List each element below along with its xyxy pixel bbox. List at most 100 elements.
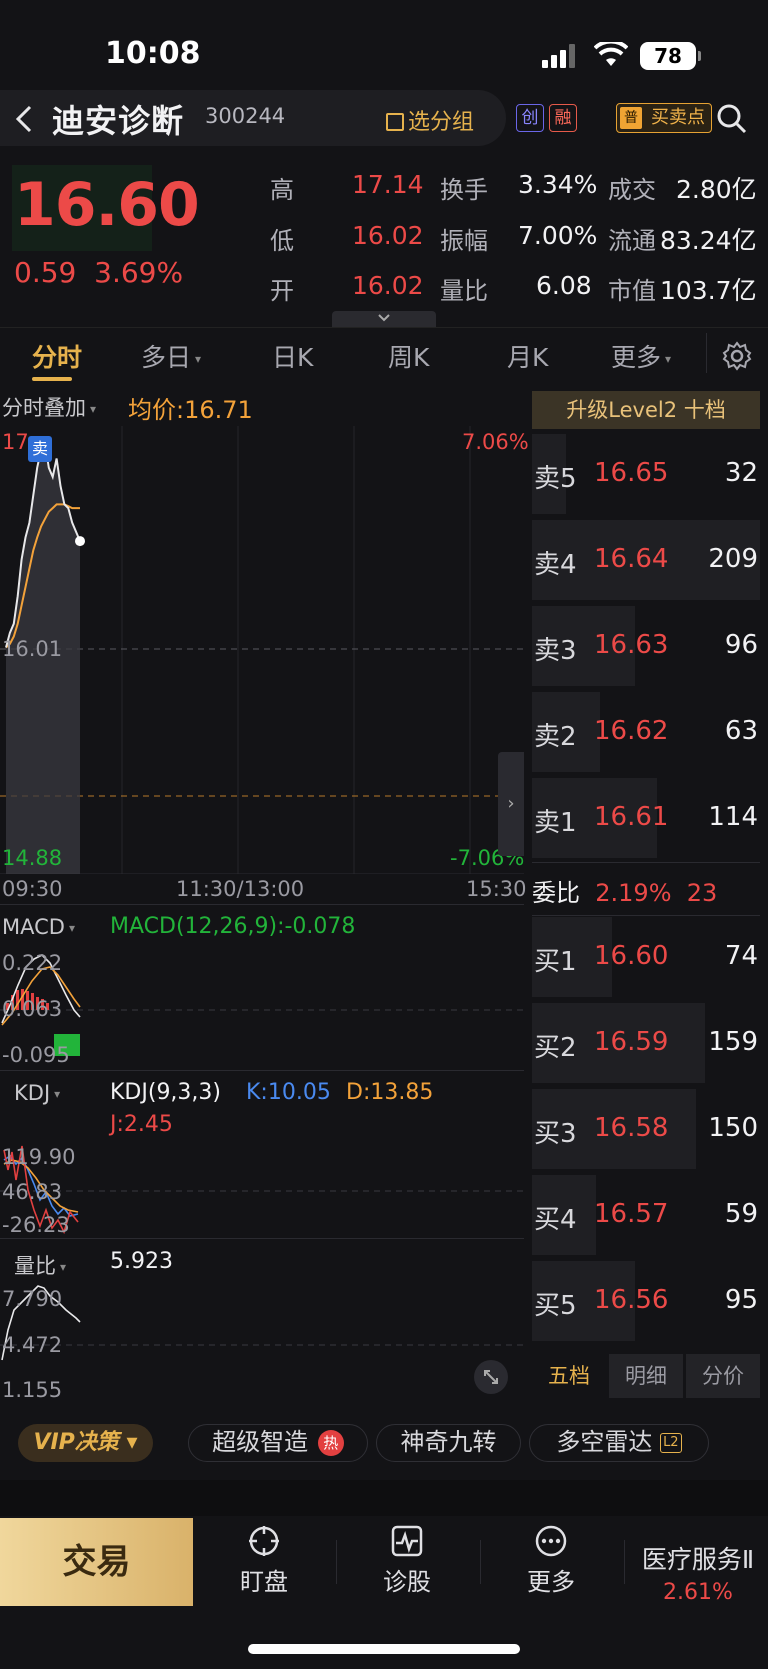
hot-badge: 热 bbox=[317, 1430, 344, 1456]
pu-badge: 普 bbox=[620, 107, 642, 129]
quote-value-float: 83.24亿 bbox=[660, 226, 757, 255]
volume-ratio-chart[interactable] bbox=[0, 1280, 524, 1405]
ask-volume: 63 bbox=[724, 716, 758, 746]
sector-name: 医疗服务Ⅱ bbox=[641, 1545, 755, 1574]
checkbox-icon bbox=[386, 113, 404, 131]
ask-price: 16.64 bbox=[594, 544, 669, 574]
bid-row-4[interactable]: 买4 16.57 59 bbox=[532, 1175, 760, 1255]
bid-volume: 74 bbox=[724, 941, 758, 971]
chevron-left-icon[interactable] bbox=[12, 104, 36, 134]
ask-price: 16.61 bbox=[594, 802, 669, 832]
tab-intraday[interactable]: 分时 bbox=[32, 338, 82, 374]
ask-row-3[interactable]: 卖3 16.63 96 bbox=[532, 606, 760, 686]
stock-name: 迪安诊断 bbox=[52, 102, 185, 140]
bull-bear-radar-button[interactable]: 多空雷达 L2 bbox=[529, 1424, 709, 1462]
ask-row-5[interactable]: 卖5 16.65 32 bbox=[532, 434, 760, 514]
fullscreen-button[interactable] bbox=[474, 1360, 508, 1394]
search-icon[interactable] bbox=[716, 103, 748, 135]
expand-icon bbox=[484, 1370, 498, 1384]
ask-row-4[interactable]: 卖4 16.64 209 bbox=[532, 520, 760, 600]
avg-price-label: 均价:16.71 bbox=[128, 396, 253, 424]
quote-value-open: 16.02 bbox=[352, 271, 424, 300]
bid-row-5[interactable]: 买5 16.56 95 bbox=[532, 1261, 760, 1341]
bottom-separator bbox=[0, 1480, 768, 1516]
bid-volume: 59 bbox=[724, 1199, 758, 1229]
add-group-button[interactable]: 选分组 bbox=[386, 104, 474, 136]
more-button[interactable]: 更多 bbox=[501, 1524, 601, 1597]
price-change: 0.59 3.69% bbox=[14, 256, 184, 289]
home-indicator bbox=[248, 1644, 520, 1654]
pulse-icon bbox=[391, 1525, 423, 1557]
bid-row-1[interactable]: 买1 16.60 74 bbox=[532, 917, 760, 997]
nav-divider bbox=[480, 1540, 481, 1584]
tab-daily-k[interactable]: 日K bbox=[272, 338, 313, 374]
ob-divider bbox=[532, 915, 760, 916]
overlay-dropdown[interactable]: 分时叠加 ▾ bbox=[2, 392, 96, 422]
ask-volume: 209 bbox=[708, 544, 758, 574]
macd-dropdown[interactable]: MACD ▾ bbox=[2, 915, 75, 939]
tab-price-distribution[interactable]: 分价 bbox=[686, 1354, 760, 1398]
tab-multiday[interactable]: 多日 ▾ bbox=[141, 338, 201, 374]
quote-value-amplitude: 7.00% bbox=[518, 221, 598, 250]
expand-quote-button[interactable] bbox=[332, 311, 436, 327]
bid-price: 16.56 bbox=[594, 1285, 669, 1315]
ask-volume: 32 bbox=[724, 458, 758, 488]
intraday-chart[interactable] bbox=[0, 426, 524, 874]
stock-code: 300244 bbox=[205, 104, 286, 128]
macd-chart[interactable] bbox=[0, 945, 524, 1070]
tag-rong: 融 bbox=[549, 104, 577, 132]
time-label-close: 15:30 bbox=[466, 877, 527, 901]
kdj-axis-bottom: -26.23 bbox=[2, 1213, 70, 1237]
kdj-chart[interactable] bbox=[0, 1140, 524, 1238]
trade-button[interactable]: 交易 bbox=[0, 1518, 193, 1606]
sector-button[interactable]: 医疗服务Ⅱ 2.61% bbox=[628, 1540, 768, 1605]
quote-value-turnover: 3.34% bbox=[518, 170, 598, 199]
gear-icon[interactable] bbox=[721, 340, 753, 372]
ask-row-1[interactable]: 卖1 16.61 114 bbox=[532, 778, 760, 858]
ask-price: 16.62 bbox=[594, 716, 669, 746]
volume-ratio-dropdown[interactable]: 量比 ▾ bbox=[14, 1250, 66, 1280]
kdj-d-value: D:13.85 bbox=[346, 1080, 434, 1105]
tab-detail[interactable]: 明细 bbox=[609, 1354, 683, 1398]
buy-sell-point-button[interactable]: 普 买卖点 bbox=[616, 103, 712, 133]
ask-label: 卖1 bbox=[534, 808, 577, 838]
tab-weekly-k[interactable]: 周K bbox=[388, 338, 429, 374]
pct-top-label: 7.06% bbox=[462, 430, 529, 454]
time-label-midday: 11:30/13:00 bbox=[176, 877, 305, 901]
expand-side-button[interactable]: › bbox=[498, 752, 524, 856]
bid-row-2[interactable]: 买2 16.59 159 bbox=[532, 1003, 760, 1083]
last-price-dot bbox=[75, 536, 85, 547]
bid-row-3[interactable]: 买3 16.58 150 bbox=[532, 1089, 760, 1169]
bid-label: 买4 bbox=[534, 1205, 577, 1235]
bid-price: 16.59 bbox=[594, 1027, 669, 1057]
tab-monthly-k[interactable]: 月K bbox=[507, 338, 548, 374]
tab-five-levels[interactable]: 五档 bbox=[532, 1354, 606, 1398]
tab-divider bbox=[706, 333, 707, 373]
ask-volume: 114 bbox=[708, 802, 758, 832]
quote-label-volratio: 量比 bbox=[440, 277, 488, 305]
ask-label: 卖5 bbox=[534, 464, 577, 494]
quote-value-high: 17.14 bbox=[352, 170, 424, 199]
diagnose-button[interactable]: 诊股 bbox=[357, 1524, 457, 1597]
ask-label: 卖4 bbox=[534, 550, 577, 580]
bid-label: 买2 bbox=[534, 1033, 577, 1063]
watch-button[interactable]: 盯盘 bbox=[214, 1524, 314, 1597]
time-label-open: 09:30 bbox=[2, 877, 63, 901]
battery-indicator: 78 bbox=[640, 42, 701, 70]
price-top-label: 17 bbox=[2, 430, 29, 454]
kdj-params: KDJ(9,3,3) bbox=[110, 1080, 221, 1105]
kdj-dropdown[interactable]: KDJ ▾ bbox=[14, 1081, 60, 1105]
super-smart-button[interactable]: 超级智造 热 bbox=[188, 1424, 368, 1462]
macd-value: MACD(12,26,9):-0.078 bbox=[110, 914, 356, 939]
sell-marker[interactable]: 卖 bbox=[28, 436, 52, 462]
vip-decision-button[interactable]: VIP决策 ▾ bbox=[18, 1424, 153, 1462]
upgrade-level2-banner[interactable]: 升级Level2 十档 bbox=[532, 391, 760, 429]
magic-nine-button[interactable]: 神奇九转 bbox=[376, 1424, 521, 1462]
ask-row-2[interactable]: 卖2 16.62 63 bbox=[532, 692, 760, 772]
volume-axis-bottom: 1.155 bbox=[2, 1378, 63, 1402]
order-book-tabs: 五档 明细 分价 bbox=[532, 1354, 760, 1398]
kdj-axis-top: 119.90 bbox=[2, 1145, 76, 1169]
wifi-icon bbox=[594, 42, 628, 66]
tab-more[interactable]: 更多 ▾ bbox=[611, 338, 671, 374]
nav-divider bbox=[336, 1540, 337, 1584]
